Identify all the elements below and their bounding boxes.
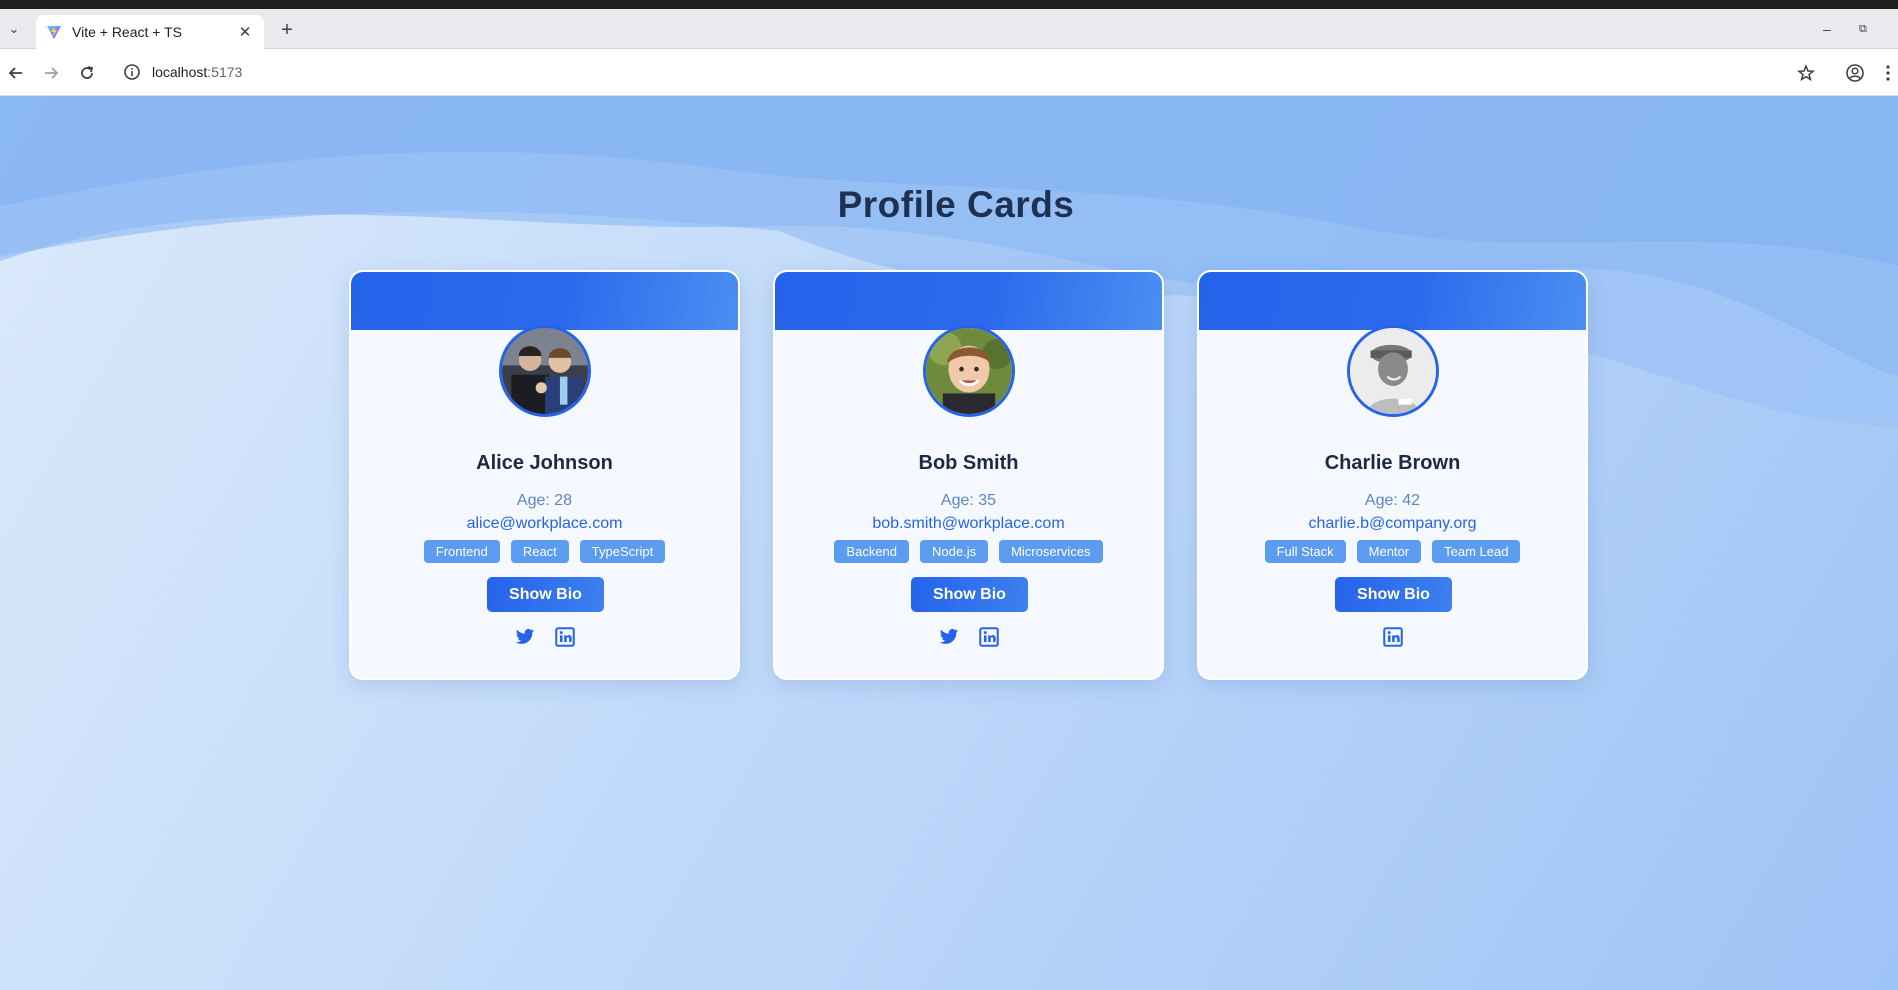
profile-age: Age: 42 <box>1364 492 1421 509</box>
card-banner <box>351 272 738 330</box>
skill-tag: Microservices <box>999 540 1103 563</box>
site-info-icon[interactable] <box>122 62 142 82</box>
browser-tab[interactable]: Vite + React + TS ✕ <box>36 15 264 49</box>
new-tab-button[interactable]: + <box>276 19 298 41</box>
page-viewport: Profile Cards Alice Johnson Age: 28 alic… <box>0 96 1898 990</box>
vite-favicon-icon <box>47 25 61 39</box>
tab-close-icon[interactable]: ✕ <box>236 23 254 41</box>
browser-menu-icon[interactable] <box>1880 61 1896 85</box>
skill-tag: Team Lead <box>1432 540 1521 563</box>
skill-tag: React <box>510 540 569 563</box>
browser-tab-strip: ⌄ Vite + React + TS ✕ + – ⧉ <box>0 9 1898 49</box>
twitter-icon[interactable] <box>939 627 959 647</box>
avatar <box>1347 325 1439 417</box>
social-links <box>1199 627 1586 647</box>
back-button[interactable] <box>4 61 28 85</box>
profile-name: Bob Smith <box>918 452 1019 474</box>
address-bar[interactable]: localhost:5173 <box>112 55 1792 89</box>
profile-name: Alice Johnson <box>476 452 613 474</box>
bookmark-star-icon[interactable] <box>1794 61 1818 85</box>
browser-toolbar: localhost:5173 <box>0 49 1898 96</box>
avatar <box>923 325 1015 417</box>
profile-email[interactable]: charlie.b@company.org <box>1199 515 1586 533</box>
profile-age: Age: 35 <box>940 492 997 509</box>
card-banner <box>775 272 1162 330</box>
linkedin-icon[interactable] <box>1382 627 1403 647</box>
linkedin-icon[interactable] <box>978 627 999 647</box>
profile-age: Age: 28 <box>516 492 573 509</box>
forward-arrow-icon <box>45 67 59 79</box>
tab-title: Vite + React + TS <box>72 24 182 40</box>
skill-tag: Full Stack <box>1264 540 1346 563</box>
skill-tag: Backend <box>834 540 910 563</box>
profile-icon[interactable] <box>1843 61 1867 85</box>
skill-tags: Backend Node.js Microservices <box>775 540 1162 563</box>
profile-card: Alice Johnson Age: 28 alice@workplace.co… <box>349 270 740 680</box>
restore-icon[interactable]: ⧉ <box>1859 23 1867 36</box>
os-top-bar <box>0 0 1898 9</box>
linkedin-icon[interactable] <box>554 627 575 647</box>
social-links <box>775 627 1162 647</box>
twitter-icon[interactable] <box>515 627 535 647</box>
skill-tags: Frontend React TypeScript <box>351 540 738 563</box>
skill-tag: TypeScript <box>579 540 666 563</box>
reload-button[interactable] <box>75 61 99 85</box>
back-arrow-icon <box>8 67 22 79</box>
skill-tag: Mentor <box>1356 540 1422 563</box>
show-bio-button[interactable]: Show Bio <box>1335 577 1452 612</box>
profile-card: Charlie Brown Age: 42 charlie.b@company.… <box>1197 270 1588 680</box>
profile-name: Charlie Brown <box>1324 452 1461 474</box>
tab-search-chevron-icon[interactable]: ⌄ <box>2 17 26 41</box>
skill-tag: Node.js <box>920 540 989 563</box>
profile-email[interactable]: alice@workplace.com <box>351 515 738 533</box>
profile-card: Bob Smith Age: 35 bob.smith@workplace.co… <box>773 270 1164 680</box>
card-banner <box>1199 272 1586 330</box>
avatar <box>499 325 591 417</box>
social-links <box>351 627 738 647</box>
profile-email[interactable]: bob.smith@workplace.com <box>775 515 1162 533</box>
skill-tags: Full Stack Mentor Team Lead <box>1199 540 1586 563</box>
url-host: localhost <box>152 64 208 80</box>
minimize-icon[interactable]: – <box>1823 21 1831 37</box>
skill-tag: Frontend <box>423 540 500 563</box>
reload-icon <box>81 66 94 79</box>
page-title: Profile Cards <box>837 184 1075 225</box>
url-port: :5173 <box>207 64 243 80</box>
show-bio-button[interactable]: Show Bio <box>911 577 1028 612</box>
show-bio-button[interactable]: Show Bio <box>487 577 604 612</box>
forward-button[interactable] <box>39 61 63 85</box>
